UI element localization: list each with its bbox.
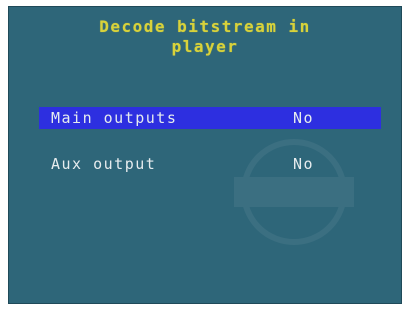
menu-item-value: No (293, 109, 315, 127)
menu-item-label: Main outputs (51, 109, 178, 127)
menu-item-value: No (293, 155, 315, 173)
menu-title-line2: player (171, 37, 239, 56)
menu-item-main-outputs[interactable]: Main outputs No (39, 107, 381, 129)
osd-menu-screen: Decode bitstream in player Main outputs … (8, 6, 402, 304)
menu-title-line1: Decode bitstream in (99, 17, 311, 36)
menu-title: Decode bitstream in player (9, 17, 401, 57)
menu-item-aux-output[interactable]: Aux output No (39, 153, 381, 175)
menu-item-label: Aux output (51, 155, 157, 173)
